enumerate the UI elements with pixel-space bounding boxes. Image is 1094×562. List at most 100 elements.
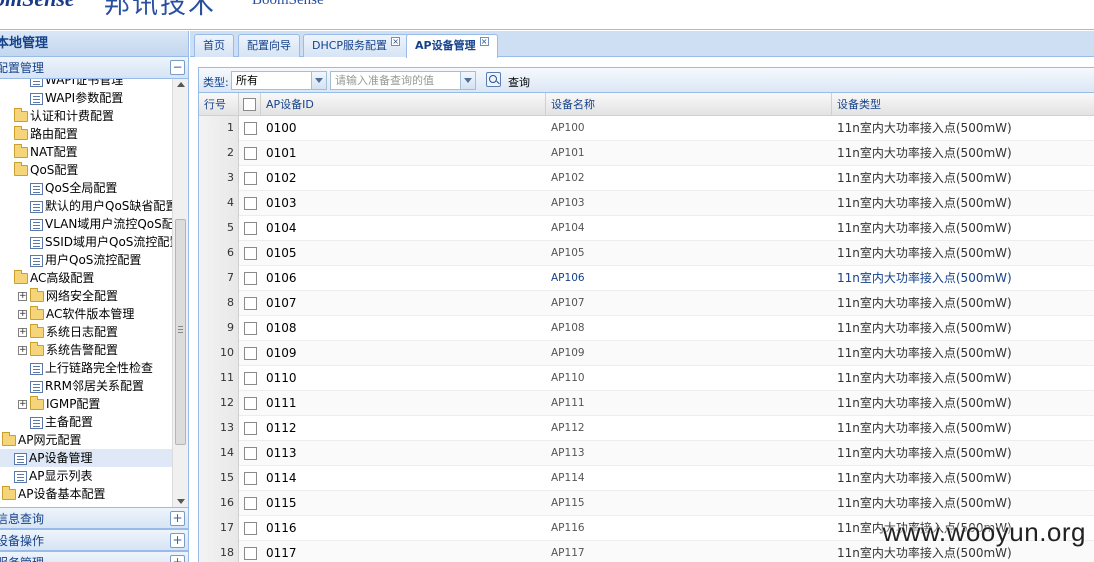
column-header-device-name[interactable]: 设备名称 [546,93,832,116]
table-row[interactable]: 11 0110 AP110 11n室内大功率接入点(500mW) [199,366,1094,391]
row-checkbox[interactable] [244,147,257,160]
row-checkbox[interactable] [244,172,257,185]
table-row[interactable]: 7 0106 AP106 11n室内大功率接入点(500mW) [199,266,1094,291]
folder-icon [30,306,44,320]
folder-icon [2,486,16,500]
tree-item[interactable]: + 网络安全配置 [0,287,172,305]
cell-device-name: AP114 [551,472,585,484]
tree-item[interactable]: 路由配置 [0,125,172,143]
tree-item-label: 主备配置 [45,415,94,429]
tree-item[interactable]: AC高级配置 [0,269,172,287]
row-checkbox[interactable] [244,547,257,560]
row-checkbox[interactable] [244,397,257,410]
select-all-checkbox[interactable] [243,98,256,111]
accordion-config-management[interactable]: 配置管理 − [0,57,188,79]
scrollbar-thumb[interactable] [175,219,186,445]
table-row[interactable]: 16 0115 AP115 11n室内大功率接入点(500mW) [199,491,1094,516]
row-checkbox[interactable] [244,497,257,510]
table-row[interactable]: 4 0103 AP103 11n室内大功率接入点(500mW) [199,191,1094,216]
tab[interactable]: AP设备管理 × [406,34,498,58]
expand-icon[interactable]: + [18,328,27,337]
tree-item[interactable]: 主备配置 [0,413,172,431]
row-checkbox[interactable] [244,347,257,360]
type-select[interactable]: 所有 [231,71,327,90]
tree-item[interactable]: + 系统日志配置 [0,323,172,341]
column-header-ap-id[interactable]: AP设备ID [261,93,546,116]
tree-item[interactable]: 上行链路完全性检查 [0,359,172,377]
tree-item[interactable]: VLAN域用户流控QoS配置 [0,215,186,233]
page-icon [30,416,43,429]
expand-icon[interactable]: + [170,555,185,562]
tree-item[interactable]: SSID域用户QoS流控配置 [0,233,181,251]
scroll-down-arrow-icon[interactable] [177,499,185,504]
expand-icon[interactable]: + [18,346,27,355]
table-row[interactable]: 14 0113 AP113 11n室内大功率接入点(500mW) [199,441,1094,466]
close-icon[interactable]: × [479,37,489,46]
table-row[interactable]: 8 0107 AP107 11n室内大功率接入点(500mW) [199,291,1094,316]
table-row[interactable]: 2 0101 AP101 11n室内大功率接入点(500mW) [199,141,1094,166]
table-row[interactable]: 12 0111 AP111 11n室内大功率接入点(500mW) [199,391,1094,416]
tab[interactable]: 首页 [194,34,234,57]
table-row[interactable]: 3 0102 AP102 11n室内大功率接入点(500mW) [199,166,1094,191]
table-row[interactable]: 9 0108 AP108 11n室内大功率接入点(500mW) [199,316,1094,341]
tree-scrollbar[interactable] [172,79,188,507]
row-checkbox[interactable] [244,372,257,385]
tab[interactable]: DHCP服务配置 × [303,34,410,57]
table-row[interactable]: 13 0112 AP112 11n室内大功率接入点(500mW) [199,416,1094,441]
tree-item[interactable]: AP显示列表 [0,467,172,485]
table-row[interactable]: 10 0109 AP109 11n室内大功率接入点(500mW) [199,341,1094,366]
search-button[interactable]: 查询 [508,74,530,90]
row-checkbox[interactable] [244,322,257,335]
scroll-up-arrow-icon[interactable] [177,82,185,87]
row-checkbox[interactable] [244,222,257,235]
table-row[interactable]: 6 0105 AP105 11n室内大功率接入点(500mW) [199,241,1094,266]
table-row[interactable]: 1 0100 AP100 11n室内大功率接入点(500mW) [199,116,1094,141]
tree-item[interactable]: WAPI参数配置 [0,89,172,107]
tree-item[interactable]: AP设备基本配置 [0,485,172,503]
tree-item-label: AC软件版本管理 [46,307,135,321]
search-icon[interactable] [486,72,501,87]
brand-name-cn: 邦讯技术 [104,0,217,20]
tree-item[interactable]: + 系统告警配置 [0,341,172,359]
tree-item[interactable]: AP网元配置 [0,431,172,449]
tree-item[interactable]: WAPI证书管理 [0,79,172,89]
accordion-section[interactable]: 服务管理 + [0,551,188,562]
tree-item[interactable]: + AC软件版本管理 [0,305,172,323]
tree-item[interactable]: RRM邻居关系配置 [0,377,172,395]
expand-icon[interactable]: + [170,511,185,526]
tree-item[interactable]: AP设备管理 [0,449,172,467]
column-header-select[interactable] [239,93,261,116]
tab[interactable]: 配置向导 [238,34,300,57]
tree-item[interactable]: 默认的用户QoS缺省配置 [0,197,177,215]
row-checkbox[interactable] [244,472,257,485]
row-checkbox[interactable] [244,447,257,460]
row-checkbox[interactable] [244,122,257,135]
close-icon[interactable]: × [391,37,401,46]
column-header-rownum[interactable]: 行号 [199,93,239,116]
tree-item[interactable]: 用户QoS流控配置 [0,251,172,269]
row-checkbox[interactable] [244,422,257,435]
accordion-section[interactable]: 信息查询 + [0,507,188,529]
chevron-down-icon[interactable] [460,72,475,89]
row-checkbox[interactable] [244,297,257,310]
table-row[interactable]: 15 0114 AP114 11n室内大功率接入点(500mW) [199,466,1094,491]
expand-icon[interactable]: + [18,400,27,409]
tree-item[interactable]: 认证和计费配置 [0,107,172,125]
row-checkbox[interactable] [244,522,257,535]
table-row[interactable]: 5 0104 AP104 11n室内大功率接入点(500mW) [199,216,1094,241]
expand-icon[interactable]: + [170,533,185,548]
tree-item[interactable]: + IGMP配置 [0,395,172,413]
row-checkbox[interactable] [244,272,257,285]
row-checkbox[interactable] [244,247,257,260]
collapse-icon[interactable]: − [170,60,185,75]
expand-icon[interactable]: + [18,292,27,301]
expand-icon[interactable]: + [18,310,27,319]
tree-item[interactable]: NAT配置 [0,143,172,161]
chevron-down-icon[interactable] [311,72,326,89]
column-header-device-type[interactable]: 设备类型 [832,93,1094,116]
row-checkbox[interactable] [244,197,257,210]
tree-item[interactable]: QoS配置 [0,161,172,179]
accordion-section[interactable]: 设备操作 + [0,529,188,551]
tree-item[interactable]: QoS全局配置 [0,179,172,197]
query-input[interactable]: 请输入准备查询的值 [330,71,476,90]
